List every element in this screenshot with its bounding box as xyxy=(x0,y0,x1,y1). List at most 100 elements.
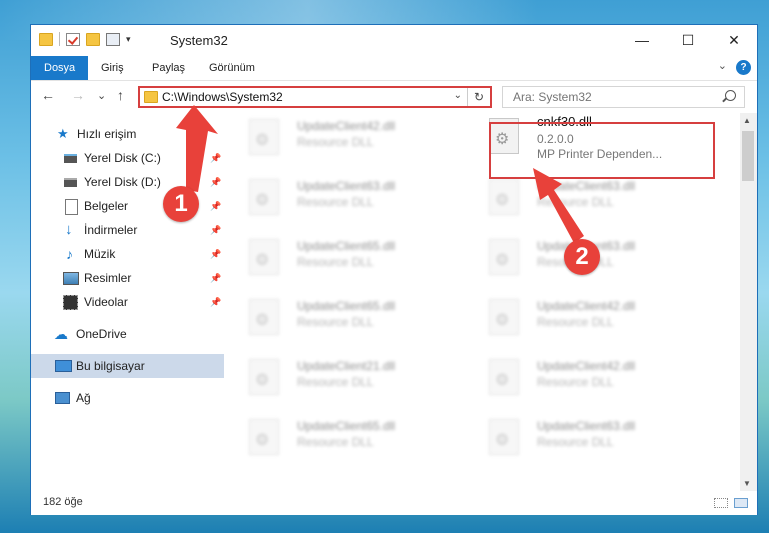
file-item[interactable]: UpdateClient65.dll Resource DLL xyxy=(227,413,457,465)
qat-dropdown-icon[interactable]: ▾ xyxy=(126,34,131,45)
maximize-button[interactable]: ☐ xyxy=(665,25,711,56)
sidebar-item-label: İndirmeler xyxy=(84,223,138,237)
document-icon xyxy=(65,199,78,215)
search-icon[interactable] xyxy=(725,90,736,101)
file-item[interactable]: UpdateClient42.dll Resource DLL xyxy=(227,113,457,165)
pin-icon[interactable]: 📌 xyxy=(210,194,221,218)
window-title: System32 xyxy=(170,33,228,48)
close-button[interactable]: ✕ xyxy=(711,25,757,56)
sidebar-item-network[interactable]: Ağ xyxy=(31,386,224,410)
refresh-button[interactable]: ↻ xyxy=(467,88,490,106)
sidebar-item-label: Müzik xyxy=(84,247,116,261)
file-item[interactable]: UpdateClient65.dll Resource DLL xyxy=(227,293,457,345)
file-item[interactable]: UpdateClient63.dll Resource DLL xyxy=(467,173,697,225)
file-item[interactable]: UpdateClient63.dll Resource DLL xyxy=(467,413,697,465)
address-bar[interactable]: C:\Windows\System32 ⌄ ↻ xyxy=(138,86,492,108)
file-item[interactable]: UpdateClient63.dll Resource DLL xyxy=(227,173,457,225)
file-name: UpdateClient65.dll xyxy=(297,299,396,313)
tab-share[interactable]: Paylaş xyxy=(140,56,197,80)
properties-check-icon[interactable] xyxy=(66,32,80,46)
file-type: Resource DLL xyxy=(537,375,614,389)
sidebar-item-downloads[interactable]: ↓ İndirmeler 📌 xyxy=(31,218,224,242)
navigation-bar: ← → ⌄ ↑ C:\Windows\System32 ⌄ ↻ xyxy=(31,81,757,113)
pin-icon[interactable]: 📌 xyxy=(210,266,221,290)
file-type: Resource DLL xyxy=(297,375,374,389)
scroll-down-icon[interactable]: ▼ xyxy=(743,479,751,488)
file-name: UpdateClient21.dll xyxy=(297,359,396,373)
help-icon[interactable]: ? xyxy=(736,60,751,75)
dll-file-icon xyxy=(249,239,279,275)
file-item[interactable]: UpdateClient42.dll Resource DLL xyxy=(467,353,697,405)
forward-button[interactable]: → xyxy=(71,87,85,103)
toolbar-separator xyxy=(59,32,60,46)
tab-view[interactable]: Görünüm xyxy=(197,56,267,80)
dll-file-icon xyxy=(249,299,279,335)
ribbon-expand-icon[interactable]: ⌄ xyxy=(718,59,727,72)
minimize-button[interactable]: — xyxy=(619,25,665,56)
video-icon xyxy=(63,295,78,310)
recent-locations-button[interactable]: ⌄ xyxy=(97,89,106,102)
sidebar-item-label: Resimler xyxy=(84,271,132,285)
address-dropdown-icon[interactable]: ⌄ xyxy=(454,90,462,101)
item-count: 182 öğe xyxy=(43,496,83,508)
scrollbar-thumb[interactable] xyxy=(742,131,754,181)
vertical-scrollbar[interactable]: ▲ ▼ xyxy=(740,113,757,491)
sidebar-item-quick-access[interactable]: ★ Hızlı erişim xyxy=(31,122,224,146)
file-type: Resource DLL xyxy=(297,435,374,449)
dll-file-icon xyxy=(249,119,279,155)
ribbon-tabs: Dosya Giriş Paylaş Görünüm ⌄ ? xyxy=(31,56,757,81)
search-box[interactable] xyxy=(502,86,745,108)
download-icon: ↓ xyxy=(65,221,73,238)
scroll-up-icon[interactable]: ▲ xyxy=(743,116,751,125)
dll-file-icon xyxy=(249,179,279,215)
sidebar-item-label: OneDrive xyxy=(76,327,127,341)
file-name: UpdateClient42.dll xyxy=(537,359,636,373)
file-type: Resource DLL xyxy=(297,255,374,269)
dll-file-icon xyxy=(489,299,519,335)
file-name: UpdateClient63.dll xyxy=(537,419,636,433)
status-bar: 182 öğe xyxy=(31,491,757,515)
new-folder-icon[interactable] xyxy=(86,32,100,46)
tiles-view-icon[interactable] xyxy=(734,498,748,508)
file-item[interactable]: UpdateClient65.dll Resource DLL xyxy=(227,233,457,285)
sidebar-item-label: Hızlı erişim xyxy=(77,127,137,141)
file-name: UpdateClient65.dll xyxy=(297,419,396,433)
sidebar-item-music[interactable]: ♪ Müzik 📌 xyxy=(31,242,224,266)
file-item[interactable]: UpdateClient21.dll Resource DLL xyxy=(227,353,457,405)
dll-file-icon xyxy=(489,419,519,455)
sidebar-item-label: Belgeler xyxy=(84,199,129,213)
callout-badge-2: 2 xyxy=(564,239,600,275)
file-name: UpdateClient65.dll xyxy=(297,239,396,253)
properties-icon[interactable] xyxy=(106,32,120,46)
up-button[interactable]: ↑ xyxy=(117,87,124,103)
pictures-icon xyxy=(63,272,79,285)
sidebar-item-this-pc[interactable]: Bu bilgisayar xyxy=(31,354,224,378)
sidebar-item-videos[interactable]: Videolar 📌 xyxy=(31,290,224,314)
search-input[interactable] xyxy=(511,89,715,105)
pin-icon[interactable]: 📌 xyxy=(210,146,221,170)
sidebar-item-label: Yerel Disk (C:) xyxy=(84,151,161,165)
sidebar-item-pictures[interactable]: Resimler 📌 xyxy=(31,266,224,290)
sidebar-item-label: Videolar xyxy=(84,295,128,309)
sidebar-item-drive-d[interactable]: Yerel Disk (D:) 📌 xyxy=(31,170,224,194)
pin-icon[interactable]: 📌 xyxy=(210,218,221,242)
pin-icon[interactable]: 📌 xyxy=(210,170,221,194)
file-item[interactable]: UpdateClient42.dll Resource DLL xyxy=(467,293,697,345)
sidebar-item-label: Bu bilgisayar xyxy=(76,359,145,373)
folder-icon[interactable] xyxy=(39,32,53,46)
address-path[interactable]: C:\Windows\System32 xyxy=(162,90,283,104)
sidebar-item-onedrive[interactable]: ☁ OneDrive xyxy=(31,322,224,346)
computer-icon xyxy=(55,360,72,372)
sidebar-item-drive-c[interactable]: Yerel Disk (C:) 📌 xyxy=(31,146,224,170)
dll-file-icon xyxy=(489,179,519,215)
tab-file[interactable]: Dosya xyxy=(31,56,89,80)
pin-icon[interactable]: 📌 xyxy=(210,242,221,266)
back-button[interactable]: ← xyxy=(41,87,55,103)
dll-file-icon xyxy=(489,359,519,395)
tab-home[interactable]: Giriş xyxy=(89,56,136,80)
quick-access-toolbar: ▾ xyxy=(39,32,131,46)
details-view-icon[interactable] xyxy=(714,498,728,508)
sidebar-item-label: Yerel Disk (D:) xyxy=(84,175,161,189)
navigation-pane: ★ Hızlı erişim Yerel Disk (C:) 📌 Yerel D… xyxy=(31,113,224,491)
pin-icon[interactable]: 📌 xyxy=(210,290,221,314)
